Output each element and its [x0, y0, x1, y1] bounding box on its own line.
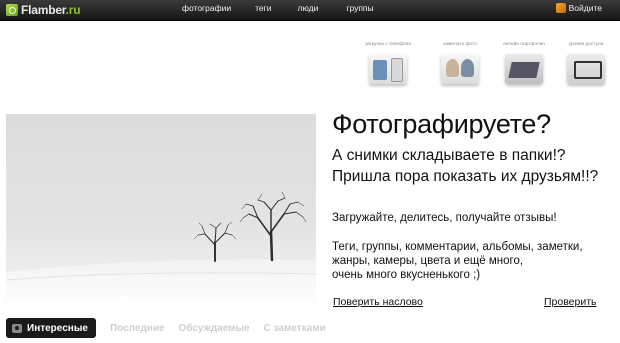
access-levels-icon [567, 54, 605, 84]
hero-details-line: очень много вкусненького ;) [332, 269, 481, 281]
main-nav: фотографии теги люди группы [182, 3, 374, 13]
login-label: Войдите [568, 3, 602, 13]
top-bar: Flamber.ru фотографии теги люди группы В… [0, 0, 620, 21]
nav-groups[interactable]: группы [346, 3, 373, 13]
nav-tags[interactable]: теги [255, 3, 271, 13]
nav-photos[interactable]: фотографии [182, 3, 231, 13]
hero-details: Теги, группы, комментарии, альбомы, заме… [332, 240, 583, 282]
feature-access-levels[interactable]: уровни доступа [558, 42, 614, 84]
tab-discussed[interactable]: Обсуждаемые [179, 323, 250, 334]
hero-details-line: Теги, группы, комментарии, альбомы, заме… [332, 241, 583, 253]
feature-caption: заметки к фото [443, 42, 477, 47]
nav-people[interactable]: люди [297, 3, 318, 13]
login-icon [555, 3, 566, 13]
flamber-logo-icon [6, 4, 18, 16]
winter-trees-image [6, 191, 316, 309]
camera-icon [12, 323, 22, 333]
hero-subheadline-2: Пришла пора показать их друзьям!!? [332, 168, 599, 185]
feature-caption: онлайн портфолио [502, 42, 546, 47]
tab-with-notes[interactable]: С заметками [264, 323, 326, 334]
phone-upload-icon [369, 54, 407, 84]
site-logo[interactable]: Flamber.ru [6, 3, 81, 17]
hero-intro: Загружайте, делитесь, получайте отзывы! [332, 212, 557, 224]
login-button[interactable]: Войдите [555, 3, 602, 13]
check-link[interactable]: Проверить [544, 296, 597, 308]
tab-label: Интересные [27, 322, 88, 334]
hero-photo[interactable] [6, 114, 316, 309]
feature-strip: загрузка с телефона заметки к фото онлай… [358, 42, 620, 94]
hero-subheadline-1: А снимки складываете в папки!? [332, 147, 566, 164]
feature-photo-notes[interactable]: заметки к фото [432, 42, 488, 84]
hero-headline: Фотографируете? [332, 109, 551, 139]
logo-text: Flamber.ru [21, 3, 81, 17]
trust-link[interactable]: Поверить наслово [333, 296, 423, 308]
feature-caption: уровни доступа [568, 42, 604, 47]
portfolio-icon [505, 54, 543, 84]
feature-portfolio[interactable]: онлайн портфолио [496, 42, 552, 84]
hero-details-line: жанры, камеры, цвета и ещё много, [332, 255, 524, 267]
feature-mobile-upload[interactable]: загрузка с телефона [360, 42, 416, 84]
photo-notes-icon [441, 54, 479, 84]
feature-caption: загрузка с телефона [365, 42, 411, 47]
photo-tabs: Интересные Последние Обсуждаемые С замет… [6, 318, 326, 338]
tab-interesting[interactable]: Интересные [6, 318, 96, 338]
tab-latest[interactable]: Последние [110, 323, 165, 334]
